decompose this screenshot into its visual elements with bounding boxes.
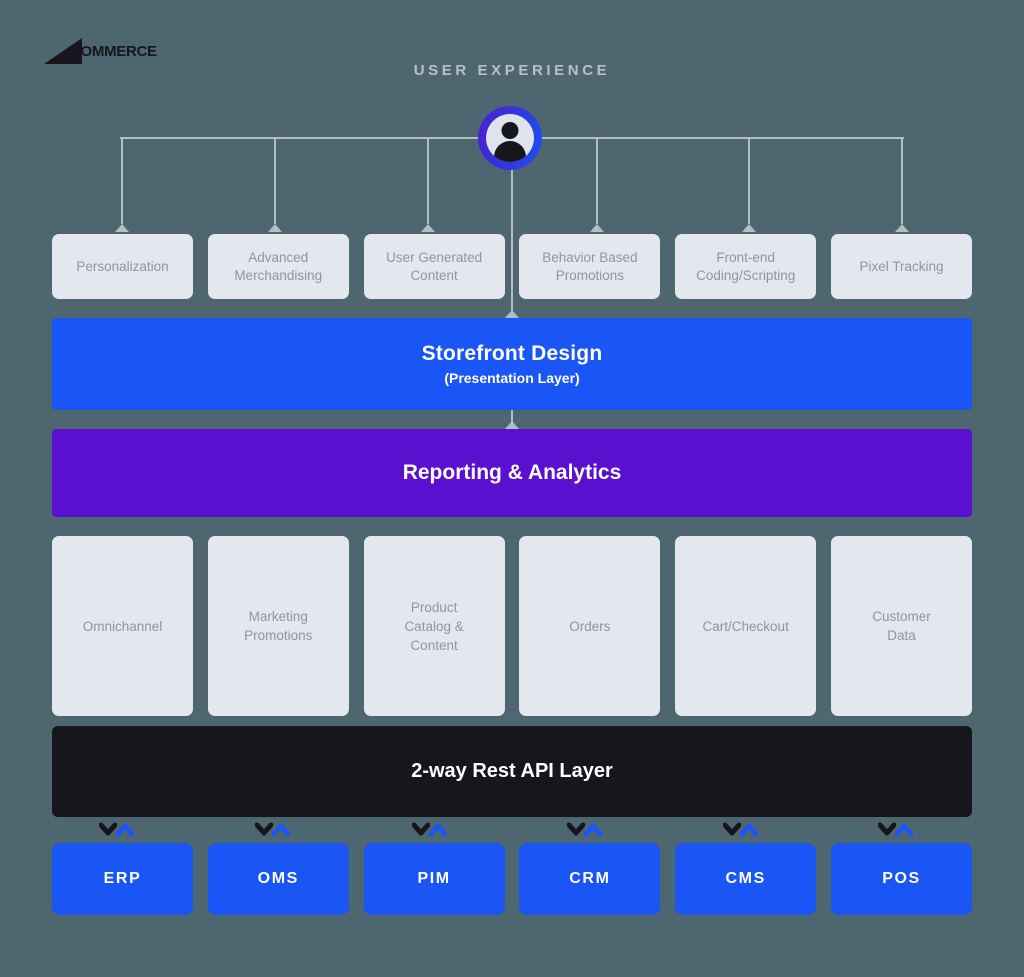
capability-card-omnichannel[interactable]: Omnichannel (52, 536, 193, 716)
chevron-down-icon (878, 822, 896, 838)
connector-drop-2 (274, 137, 276, 224)
ux-card-label: Pixel Tracking (859, 258, 944, 274)
system-card-label: ERP (103, 870, 142, 887)
capability-card-label: Marketing Promotions (244, 609, 313, 643)
rest-api-layer-title: 2-way Rest API Layer (411, 760, 613, 782)
capability-card-product-catalog-content[interactable]: Product Catalog & Content (363, 536, 505, 716)
external-systems-row: ERP OMS PIM CRM CMS POS (52, 843, 972, 915)
connector-arrow-analytics (505, 421, 519, 429)
storefront-design-title: Storefront Design (421, 342, 603, 365)
chevron-pair-pos (878, 822, 924, 838)
chevron-pair-pim (412, 822, 458, 838)
system-card-label: CRM (569, 870, 611, 887)
system-card-label: PIM (417, 870, 451, 887)
capability-card-label: Orders (569, 618, 611, 634)
chevron-pair-cms (723, 822, 769, 838)
connector-arrow-4 (590, 224, 604, 232)
ux-card-label: Behavior Based Promotions (542, 249, 638, 283)
ux-card-pixel-tracking[interactable]: Pixel Tracking (830, 234, 972, 299)
reporting-analytics-title: Reporting & Analytics (402, 461, 622, 484)
ux-card-label: Front-end Coding/Scripting (696, 249, 796, 283)
ux-card-behavior-based-promotions[interactable]: Behavior Based Promotions (519, 234, 661, 299)
system-card-oms[interactable]: OMS (207, 843, 349, 915)
connector-drop-6 (901, 137, 903, 224)
chevron-up-icon (429, 822, 447, 838)
ux-card-frontend-coding-scripting[interactable]: Front-end Coding/Scripting (675, 234, 817, 299)
rest-api-layer-banner[interactable]: 2-way Rest API Layer (52, 726, 972, 817)
platform-capabilities-row: Omnichannel Marketing Promotions Product C… (52, 536, 972, 716)
chevron-pair-erp (99, 822, 145, 838)
system-card-label: OMS (257, 870, 299, 887)
ux-capabilities-row: Personalization Advanced Merchandising Us… (52, 234, 972, 299)
chevron-down-icon (99, 822, 117, 838)
chevron-up-icon (895, 822, 913, 838)
system-card-cms[interactable]: CMS (675, 843, 817, 915)
diagram-canvas: COMMERCE USER EXPERIENCE Personalization… (0, 0, 1024, 977)
capability-card-label: Cart/Checkout (702, 618, 789, 634)
reporting-analytics-banner[interactable]: Reporting & Analytics (52, 429, 972, 517)
system-card-pim[interactable]: PIM (363, 843, 505, 915)
capability-card-label: Omnichannel (82, 618, 163, 634)
bigcommerce-logo: COMMERCE (44, 34, 224, 64)
ux-card-label: Advanced Merchandising (234, 249, 323, 283)
connector-drop-1 (121, 137, 123, 224)
user-avatar-icon (478, 106, 542, 170)
system-card-label: CMS (725, 870, 766, 887)
connector-drop-3 (427, 137, 429, 224)
capability-card-customer-data[interactable]: Customer Data (830, 536, 972, 716)
capability-card-cart-checkout[interactable]: Cart/Checkout (675, 536, 817, 716)
chevron-down-icon (255, 822, 273, 838)
ux-card-advanced-merchandising[interactable]: Advanced Merchandising (207, 234, 349, 299)
connector-arrow-3 (421, 224, 435, 232)
logo-triangle-icon (44, 38, 82, 64)
chevron-up-icon (116, 822, 134, 838)
system-card-label: POS (882, 870, 921, 887)
ux-card-label: Personalization (76, 258, 169, 274)
ux-card-user-generated-content[interactable]: User Generated Content (363, 234, 505, 299)
logo-wordmark: COMMERCE (70, 43, 157, 60)
storefront-design-banner[interactable]: Storefront Design (Presentation Layer) (52, 318, 972, 410)
chevron-pair-crm (567, 822, 613, 838)
storefront-design-subtitle: (Presentation Layer) (444, 370, 580, 386)
chevron-up-icon (272, 822, 290, 838)
connector-arrow-2 (268, 224, 282, 232)
connector-arrow-storefront (505, 310, 519, 318)
section-title-user-experience: USER EXPERIENCE (413, 62, 611, 79)
ux-card-label: User Generated Content (386, 249, 483, 283)
chevron-pair-oms (255, 822, 301, 838)
connector-drop-4 (596, 137, 598, 224)
capability-card-label: Customer Data (872, 609, 931, 643)
system-card-erp[interactable]: ERP (52, 843, 193, 915)
connector-arrow-1 (115, 224, 129, 232)
connector-arrow-6 (895, 224, 909, 232)
capability-card-orders[interactable]: Orders (519, 536, 661, 716)
chevron-up-icon (584, 822, 602, 838)
capability-card-label: Product Catalog & Content (404, 599, 464, 653)
chevron-down-icon (412, 822, 430, 838)
system-card-crm[interactable]: CRM (519, 843, 661, 915)
capability-card-marketing-promotions[interactable]: Marketing Promotions (207, 536, 349, 716)
chevron-down-icon (723, 822, 741, 838)
connector-drop-5 (748, 137, 750, 224)
chevron-down-icon (567, 822, 585, 838)
chevron-up-icon (740, 822, 758, 838)
connector-arrow-5 (742, 224, 756, 232)
ux-card-personalization[interactable]: Personalization (52, 234, 193, 299)
system-card-pos[interactable]: POS (830, 843, 972, 915)
